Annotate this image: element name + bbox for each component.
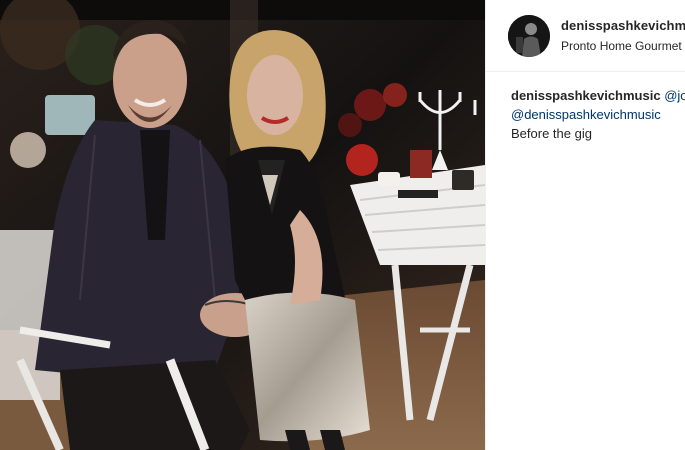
caption-mention-2[interactable]: @denisspashkevichmusic (511, 107, 661, 122)
caption-username[interactable]: denisspashkevichmusic (511, 88, 661, 103)
post-photo[interactable] (0, 0, 485, 450)
instagram-post: denisspashkevichmusic Pronto Home Gourme… (0, 0, 685, 450)
user-avatar[interactable] (508, 14, 550, 57)
caption-mention-1[interactable]: @jo (664, 88, 685, 103)
post-header: denisspashkevichmusic Pronto Home Gourme… (486, 0, 685, 72)
post-location[interactable]: Pronto Home Gourmet (561, 39, 685, 53)
caption-line-2: @denisspashkevichmusic (511, 105, 685, 124)
post-sidebar: denisspashkevichmusic Pronto Home Gourme… (485, 0, 685, 450)
photo-illustration (0, 0, 485, 450)
post-caption: denisspashkevichmusic @jo @denisspashkev… (486, 72, 685, 143)
header-text: denisspashkevichmusic Pronto Home Gourme… (561, 18, 685, 53)
caption-text: Before the gig (511, 126, 592, 141)
post-username[interactable]: denisspashkevichmusic (561, 18, 685, 33)
caption-line-1: denisspashkevichmusic @jo (511, 86, 685, 105)
avatar-icon (508, 14, 550, 57)
caption-line-3: Before the gig (511, 124, 685, 143)
